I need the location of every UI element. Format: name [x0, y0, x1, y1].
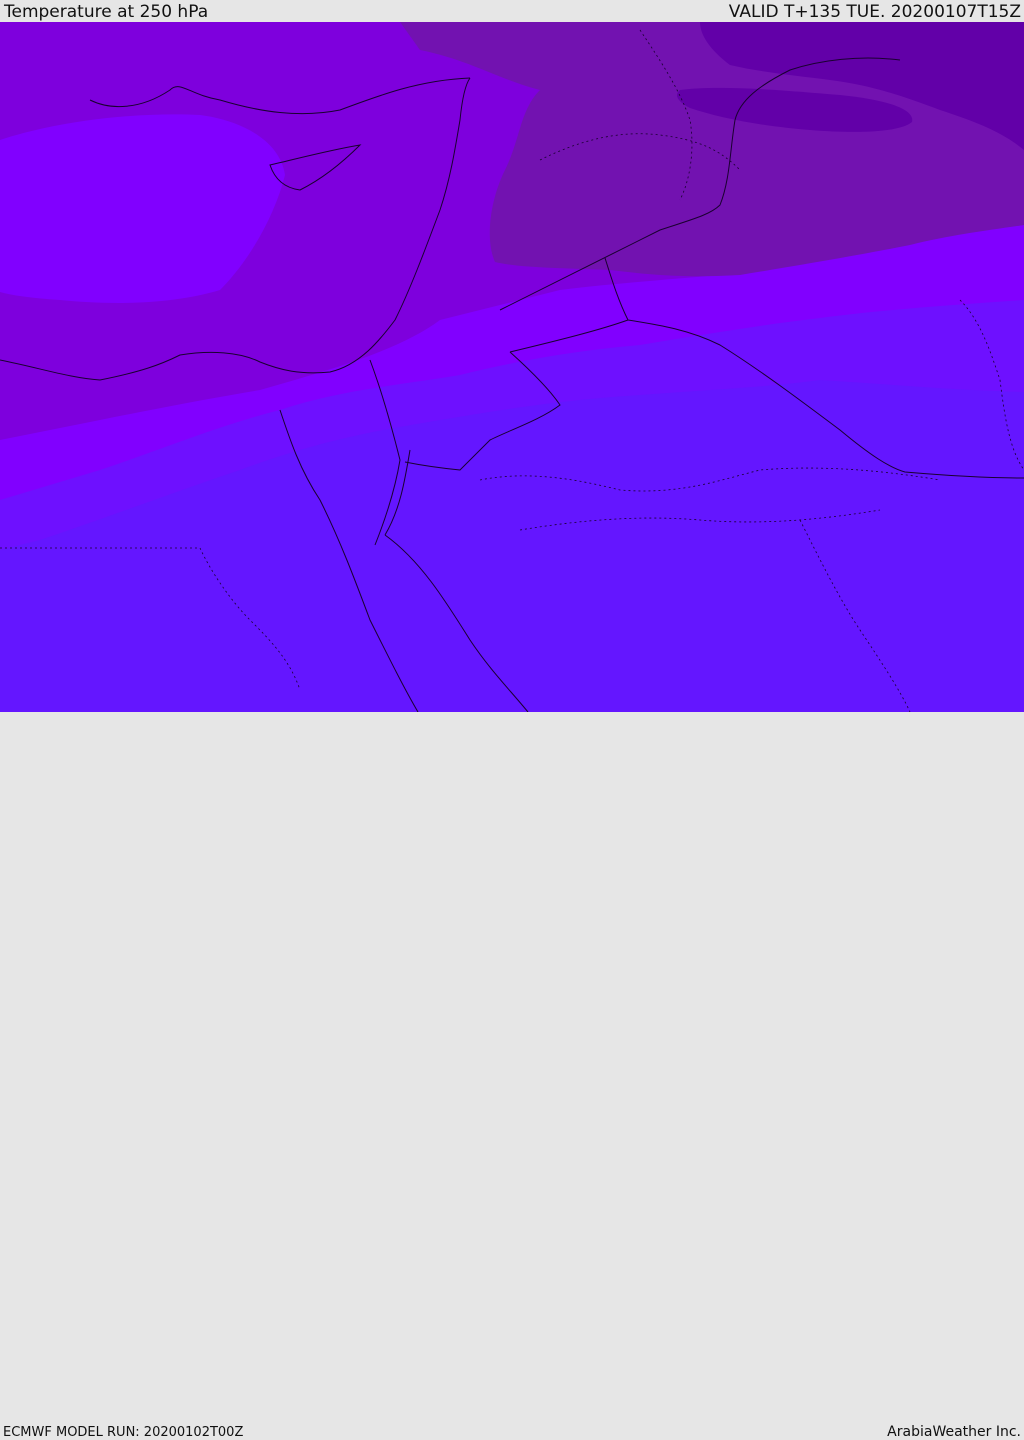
- brand-label: ArabiaWeather Inc.: [887, 1424, 1021, 1440]
- footer-bar: ECMWF MODEL RUN: 20200102T00Z ArabiaWeat…: [0, 712, 1024, 1440]
- weather-map-frame: Temperature at 250 hPa VALID T+135 TUE. …: [0, 0, 1024, 1440]
- valid-time: VALID T+135 TUE. 20200107T15Z: [728, 2, 1021, 22]
- map-title: Temperature at 250 hPa: [4, 2, 209, 22]
- header-bar: Temperature at 250 hPa VALID T+135 TUE. …: [0, 0, 1024, 22]
- temperature-map: [0, 22, 1024, 712]
- model-run-label: ECMWF MODEL RUN: 20200102T00Z: [3, 1425, 244, 1440]
